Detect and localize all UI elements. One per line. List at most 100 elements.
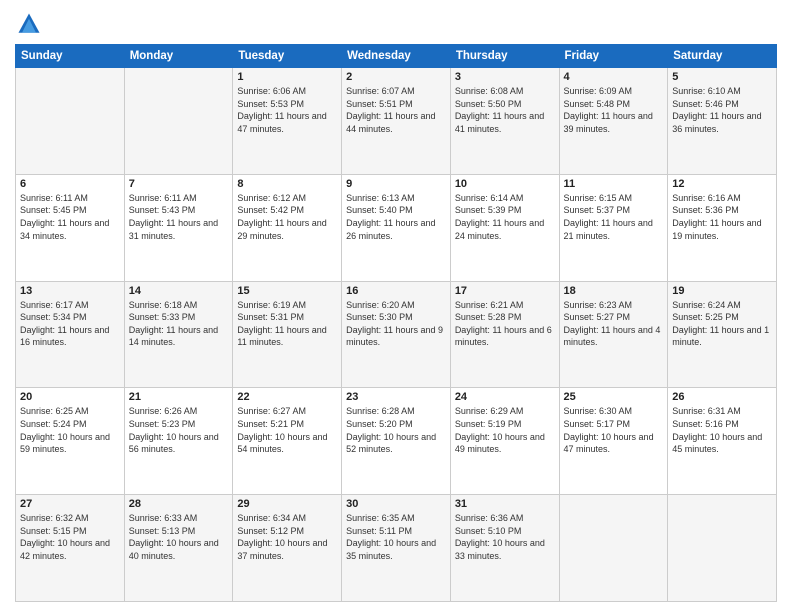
weekday-header-monday: Monday [124, 45, 233, 68]
day-detail: Sunrise: 6:34 AM Sunset: 5:12 PM Dayligh… [237, 512, 337, 562]
day-detail: Sunrise: 6:12 AM Sunset: 5:42 PM Dayligh… [237, 192, 337, 242]
day-detail: Sunrise: 6:35 AM Sunset: 5:11 PM Dayligh… [346, 512, 446, 562]
weekday-header-thursday: Thursday [450, 45, 559, 68]
calendar-cell [124, 68, 233, 175]
calendar-cell: 12 Sunrise: 6:16 AM Sunset: 5:36 PM Dayli… [668, 174, 777, 281]
day-number: 7 [129, 178, 229, 190]
day-number: 29 [237, 498, 337, 510]
calendar-cell: 6Sunrise: 6:11 AM Sunset: 5:45 PM Daylig… [16, 174, 125, 281]
day-detail: Sunrise: 6:07 AM Sunset: 5:51 PM Dayligh… [346, 85, 446, 135]
day-detail: Sunrise: 6:13 AM Sunset: 5:40 PM Dayligh… [346, 192, 446, 242]
calendar-cell: 3 Sunrise: 6:08 AM Sunset: 5:50 PM Daylig… [450, 68, 559, 175]
calendar-cell: 29 Sunrise: 6:34 AM Sunset: 5:12 PM Dayli… [233, 495, 342, 602]
weekday-header-saturday: Saturday [668, 45, 777, 68]
calendar-cell: 16Sunrise: 6:20 AM Sunset: 5:30 PM Dayli… [342, 281, 451, 388]
day-detail: Sunrise: 6:33 AM Sunset: 5:13 PM Dayligh… [129, 512, 229, 562]
day-detail: Sunrise: 6:32 AM Sunset: 5:15 PM Dayligh… [20, 512, 120, 562]
calendar-cell: 27 Sunrise: 6:32 AM Sunset: 5:15 PM Dayli… [16, 495, 125, 602]
calendar-cell: 17 Sunrise: 6:21 AM Sunset: 5:28 PM Dayli… [450, 281, 559, 388]
day-detail: Sunrise: 6:27 AM Sunset: 5:21 PM Dayligh… [237, 405, 337, 455]
calendar-week-4: 20 Sunrise: 6:25 AM Sunset: 5:24 PM Dayli… [16, 388, 777, 495]
calendar-cell: 26 Sunrise: 6:31 AM Sunset: 5:16 PM Dayli… [668, 388, 777, 495]
day-number: 11 [564, 178, 664, 190]
calendar-cell: 20 Sunrise: 6:25 AM Sunset: 5:24 PM Dayli… [16, 388, 125, 495]
calendar-cell: 9 Sunrise: 6:13 AM Sunset: 5:40 PM Daylig… [342, 174, 451, 281]
day-detail: Sunrise: 6:16 AM Sunset: 5:36 PM Dayligh… [672, 192, 772, 242]
calendar-cell [16, 68, 125, 175]
calendar-week-3: 13Sunrise: 6:17 AM Sunset: 5:34 PM Dayli… [16, 281, 777, 388]
weekday-header-friday: Friday [559, 45, 668, 68]
header [15, 10, 777, 38]
day-detail: Sunrise: 6:10 AM Sunset: 5:46 PM Dayligh… [672, 85, 772, 135]
day-detail: Sunrise: 6:19 AM Sunset: 5:31 PM Dayligh… [237, 299, 337, 349]
day-number: 21 [129, 391, 229, 403]
calendar-cell: 11 Sunrise: 6:15 AM Sunset: 5:37 PM Dayli… [559, 174, 668, 281]
day-number: 10 [455, 178, 555, 190]
calendar-cell: 23 Sunrise: 6:28 AM Sunset: 5:20 PM Dayli… [342, 388, 451, 495]
day-number: 27 [20, 498, 120, 510]
day-detail: Sunrise: 6:31 AM Sunset: 5:16 PM Dayligh… [672, 405, 772, 455]
calendar-cell: 21 Sunrise: 6:26 AM Sunset: 5:23 PM Dayli… [124, 388, 233, 495]
day-number: 1 [237, 71, 337, 83]
calendar-cell: 13Sunrise: 6:17 AM Sunset: 5:34 PM Dayli… [16, 281, 125, 388]
weekday-header-sunday: Sunday [16, 45, 125, 68]
day-number: 17 [455, 285, 555, 297]
calendar-cell: 30 Sunrise: 6:35 AM Sunset: 5:11 PM Dayli… [342, 495, 451, 602]
day-detail: Sunrise: 6:11 AM Sunset: 5:45 PM Dayligh… [20, 192, 120, 242]
day-number: 19 [672, 285, 772, 297]
day-number: 15 [237, 285, 337, 297]
calendar-cell: 10 Sunrise: 6:14 AM Sunset: 5:39 PM Dayli… [450, 174, 559, 281]
day-detail: Sunrise: 6:21 AM Sunset: 5:28 PM Dayligh… [455, 299, 555, 349]
day-number: 25 [564, 391, 664, 403]
day-detail: Sunrise: 6:26 AM Sunset: 5:23 PM Dayligh… [129, 405, 229, 455]
calendar-cell: 18 Sunrise: 6:23 AM Sunset: 5:27 PM Dayli… [559, 281, 668, 388]
day-detail: Sunrise: 6:29 AM Sunset: 5:19 PM Dayligh… [455, 405, 555, 455]
day-number: 20 [20, 391, 120, 403]
day-detail: Sunrise: 6:14 AM Sunset: 5:39 PM Dayligh… [455, 192, 555, 242]
calendar-cell: 7 Sunrise: 6:11 AM Sunset: 5:43 PM Daylig… [124, 174, 233, 281]
day-detail: Sunrise: 6:08 AM Sunset: 5:50 PM Dayligh… [455, 85, 555, 135]
day-number: 3 [455, 71, 555, 83]
day-number: 18 [564, 285, 664, 297]
day-detail: Sunrise: 6:23 AM Sunset: 5:27 PM Dayligh… [564, 299, 664, 349]
day-number: 22 [237, 391, 337, 403]
day-number: 30 [346, 498, 446, 510]
calendar-table: SundayMondayTuesdayWednesdayThursdayFrid… [15, 44, 777, 602]
day-detail: Sunrise: 6:11 AM Sunset: 5:43 PM Dayligh… [129, 192, 229, 242]
calendar-cell: 22 Sunrise: 6:27 AM Sunset: 5:21 PM Dayli… [233, 388, 342, 495]
day-number: 8 [237, 178, 337, 190]
day-number: 31 [455, 498, 555, 510]
day-number: 14 [129, 285, 229, 297]
calendar-cell: 5 Sunrise: 6:10 AM Sunset: 5:46 PM Daylig… [668, 68, 777, 175]
calendar-cell: 15 Sunrise: 6:19 AM Sunset: 5:31 PM Dayli… [233, 281, 342, 388]
calendar-cell: 25 Sunrise: 6:30 AM Sunset: 5:17 PM Dayli… [559, 388, 668, 495]
calendar-cell [668, 495, 777, 602]
calendar-cell: 14 Sunrise: 6:18 AM Sunset: 5:33 PM Dayli… [124, 281, 233, 388]
calendar-cell: 1Sunrise: 6:06 AM Sunset: 5:53 PM Daylig… [233, 68, 342, 175]
day-number: 23 [346, 391, 446, 403]
logo-icon [15, 10, 43, 38]
day-number: 9 [346, 178, 446, 190]
day-detail: Sunrise: 6:09 AM Sunset: 5:48 PM Dayligh… [564, 85, 664, 135]
day-number: 26 [672, 391, 772, 403]
day-detail: Sunrise: 6:30 AM Sunset: 5:17 PM Dayligh… [564, 405, 664, 455]
calendar-header-row: SundayMondayTuesdayWednesdayThursdayFrid… [16, 45, 777, 68]
calendar-cell: 28 Sunrise: 6:33 AM Sunset: 5:13 PM Dayli… [124, 495, 233, 602]
day-number: 28 [129, 498, 229, 510]
day-detail: Sunrise: 6:15 AM Sunset: 5:37 PM Dayligh… [564, 192, 664, 242]
calendar-cell: 19Sunrise: 6:24 AM Sunset: 5:25 PM Dayli… [668, 281, 777, 388]
day-detail: Sunrise: 6:28 AM Sunset: 5:20 PM Dayligh… [346, 405, 446, 455]
day-detail: Sunrise: 6:18 AM Sunset: 5:33 PM Dayligh… [129, 299, 229, 349]
day-number: 13 [20, 285, 120, 297]
day-number: 5 [672, 71, 772, 83]
day-number: 12 [672, 178, 772, 190]
calendar-week-5: 27 Sunrise: 6:32 AM Sunset: 5:15 PM Dayli… [16, 495, 777, 602]
calendar-cell [559, 495, 668, 602]
day-detail: Sunrise: 6:25 AM Sunset: 5:24 PM Dayligh… [20, 405, 120, 455]
calendar-cell: 8 Sunrise: 6:12 AM Sunset: 5:42 PM Daylig… [233, 174, 342, 281]
weekday-header-wednesday: Wednesday [342, 45, 451, 68]
day-detail: Sunrise: 6:20 AM Sunset: 5:30 PM Dayligh… [346, 299, 446, 349]
day-number: 4 [564, 71, 664, 83]
day-detail: Sunrise: 6:36 AM Sunset: 5:10 PM Dayligh… [455, 512, 555, 562]
calendar-cell: 2Sunrise: 6:07 AM Sunset: 5:51 PM Daylig… [342, 68, 451, 175]
